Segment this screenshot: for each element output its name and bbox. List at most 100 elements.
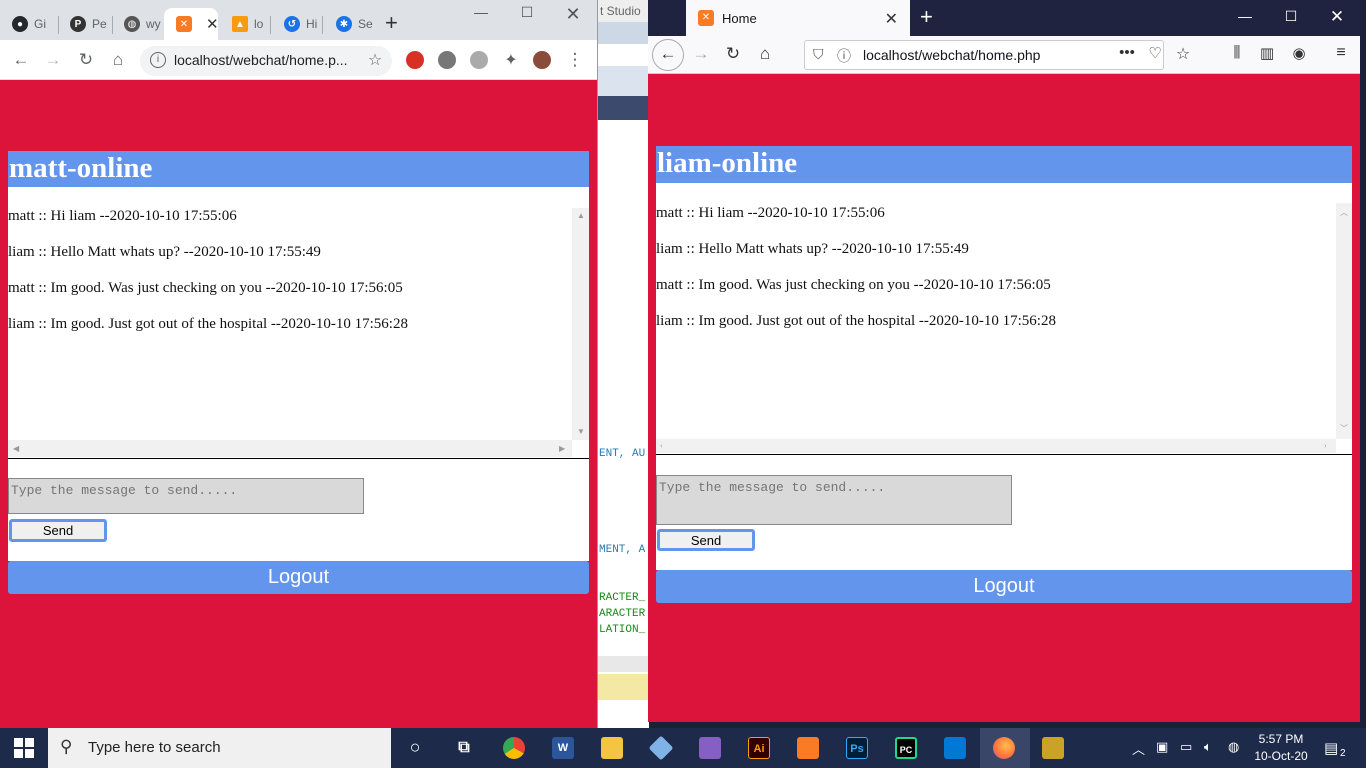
bookmark-star-icon[interactable]: ☆ — [364, 50, 386, 70]
scroll-up-icon[interactable]: ︿ — [1340, 207, 1348, 218]
scroll-left-icon[interactable]: ‹ — [660, 441, 663, 450]
chrome-tab-history[interactable]: ↺ Hi — [272, 8, 322, 40]
message: matt :: Im good. Was just checking on yo… — [8, 280, 403, 296]
word-icon[interactable]: W — [552, 737, 574, 759]
hamburger-menu-icon[interactable]: ≡ — [1330, 44, 1352, 62]
task-view-icon[interactable]: ⧉ — [453, 737, 475, 759]
code-line: LATION_ — [599, 624, 646, 636]
volume-icon[interactable]: 🔈︎ — [1204, 739, 1212, 755]
close-window-button[interactable]: ✕ — [1322, 7, 1352, 27]
library-icon[interactable]: ⫼ — [1226, 44, 1248, 61]
bookmark-star-icon[interactable]: ☆ — [1172, 44, 1194, 64]
home-icon[interactable]: ⌂ — [754, 44, 776, 64]
chat-header: liam-online — [656, 146, 1352, 183]
send-button[interactable]: Send — [657, 529, 755, 551]
avatar[interactable] — [533, 51, 551, 69]
back-arrow-icon[interactable]: ← — [10, 50, 32, 70]
extension-icon[interactable] — [470, 51, 488, 69]
horizontal-scrollbar[interactable] — [656, 439, 1336, 453]
scroll-right-icon[interactable]: ▶ — [559, 444, 565, 453]
language-globe-icon[interactable]: ◍ — [1228, 739, 1239, 755]
chrome-icon[interactable] — [503, 737, 525, 759]
battery-icon[interactable]: ▭ — [1180, 739, 1192, 755]
message: liam :: Hello Matt whats up? --2020-10-1… — [656, 241, 969, 257]
message-input[interactable] — [8, 478, 364, 514]
3d-viewer-icon[interactable] — [648, 735, 674, 761]
scroll-up-icon[interactable]: ▲ — [577, 211, 585, 220]
minimize-button[interactable]: — — [466, 4, 496, 20]
new-tab-button[interactable]: + — [385, 12, 398, 34]
logout-button[interactable]: Logout — [8, 561, 589, 594]
photoshop-icon[interactable]: Ps — [846, 737, 868, 759]
system-clock[interactable]: 5:57 PM 10-Oct-20 — [1252, 731, 1310, 765]
menu-kebab-icon[interactable]: ⋮ — [564, 50, 586, 70]
address-text: localhost/webchat/home.p... — [174, 52, 348, 68]
reload-icon[interactable]: ↻ — [722, 44, 744, 64]
horizontal-scrollbar[interactable] — [8, 440, 572, 457]
tools-icon[interactable] — [1042, 737, 1064, 759]
message: matt :: Im good. Was just checking on yo… — [656, 277, 1051, 293]
forward-arrow-icon[interactable]: → — [42, 50, 64, 70]
scroll-left-icon[interactable]: ◀ — [13, 444, 19, 453]
page-actions-icon[interactable]: ••• — [1116, 44, 1138, 61]
chrome-tab-phpmyadmin[interactable]: ▲ lo — [220, 8, 270, 40]
chrome-tab-website[interactable]: ◍ wy — [112, 8, 164, 40]
scroll-down-icon[interactable]: ▼ — [577, 427, 585, 436]
tab-label: Se — [358, 17, 373, 31]
xampp-icon: ✕ — [698, 10, 714, 26]
firefox-icon[interactable] — [993, 737, 1015, 759]
reload-icon[interactable]: ↻ — [75, 50, 97, 70]
cortana-icon[interactable]: ○ — [404, 737, 426, 759]
back-arrow-icon[interactable]: ← — [657, 44, 679, 64]
code-line: ENT, AU — [599, 448, 646, 460]
search-icon: ⚲ — [60, 737, 73, 756]
taskbar-search-box[interactable]: ⚲ Type here to search — [48, 728, 391, 768]
puzzle-extensions-icon[interactable]: ✦ — [500, 50, 522, 70]
close-window-button[interactable]: ✕ — [558, 4, 588, 25]
chrome-tab-github[interactable]: ● Gi — [0, 8, 56, 40]
address-bar[interactable]: ⛉ ⓘ localhost/webchat/home.php — [804, 40, 1164, 70]
home-icon[interactable]: ⌂ — [107, 50, 129, 70]
file-explorer-icon[interactable] — [601, 737, 623, 759]
message-input[interactable] — [656, 475, 1012, 525]
vscode-icon[interactable] — [944, 737, 966, 759]
chrome-tab-settings[interactable]: ✱ Se — [324, 8, 376, 40]
firefox-tab-strip: ✕ Home ✕ + — ☐ ✕ — [648, 0, 1360, 36]
network-icon[interactable]: ▣ — [1156, 739, 1168, 755]
info-icon[interactable]: i — [150, 52, 166, 68]
maximize-button[interactable]: ☐ — [512, 4, 542, 21]
new-tab-button[interactable]: + — [920, 6, 933, 28]
vertical-scrollbar[interactable] — [572, 208, 589, 440]
scroll-right-icon[interactable]: › — [1324, 441, 1327, 450]
address-bar[interactable]: i localhost/webchat/home.p... — [140, 46, 392, 76]
pocket-icon[interactable]: ♡ — [1144, 44, 1166, 62]
illustrator-icon[interactable]: Ai — [748, 737, 770, 759]
vertical-scrollbar[interactable] — [1336, 203, 1352, 439]
message: matt :: Hi liam --2020-10-10 17:55:06 — [656, 205, 885, 221]
logout-button[interactable]: Logout — [656, 570, 1352, 603]
firefox-tab-home[interactable]: ✕ Home ✕ — [686, 0, 910, 36]
minimize-button[interactable]: — — [1230, 8, 1260, 24]
shield-icon[interactable]: ⛉ — [813, 46, 824, 63]
notification-icon[interactable]: ▤ — [1324, 739, 1338, 757]
close-tab-icon[interactable]: ✕ — [885, 9, 898, 29]
account-icon[interactable]: ◉ — [1288, 44, 1310, 62]
scroll-down-icon[interactable]: ﹀ — [1340, 423, 1348, 434]
background-window-title: t Studio — [598, 0, 650, 22]
chrome-tab-pinterest[interactable]: P Pe — [58, 8, 110, 40]
adblock-extension-icon[interactable] — [406, 51, 424, 69]
forward-arrow-icon[interactable]: → — [690, 44, 712, 64]
maximize-button[interactable]: ☐ — [1276, 8, 1306, 25]
info-icon[interactable]: ⓘ — [837, 46, 851, 66]
xampp-icon[interactable] — [797, 737, 819, 759]
close-tab-icon[interactable]: ✕ — [206, 15, 218, 33]
chrome-tab-active[interactable]: ✕ ✕ — [164, 8, 218, 40]
pycharm-icon[interactable]: PC — [895, 737, 917, 759]
background-toolbar-2 — [598, 66, 650, 96]
sidebar-icon[interactable]: ▥ — [1256, 44, 1278, 62]
send-button[interactable]: Send — [9, 519, 107, 542]
chevron-up-icon[interactable]: ︿ — [1132, 739, 1145, 758]
extension-icon[interactable] — [438, 51, 456, 69]
start-button[interactable] — [14, 738, 34, 758]
visual-studio-icon[interactable] — [699, 737, 721, 759]
